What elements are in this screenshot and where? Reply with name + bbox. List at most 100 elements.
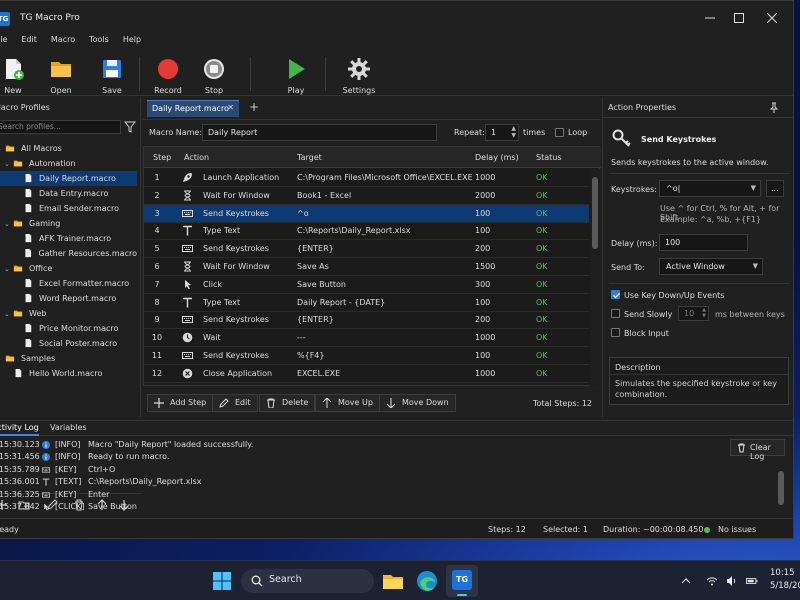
edge-browser-icon[interactable]: [414, 568, 440, 594]
windows-start-icon[interactable]: [209, 568, 235, 594]
tree-item-folder[interactable]: ⌄ Automation: [0, 156, 137, 171]
menu-help[interactable]: Help: [116, 33, 148, 49]
delay-input[interactable]: 100: [659, 234, 748, 251]
play-button[interactable]: Play: [276, 55, 316, 95]
col-delay[interactable]: Delay (ms): [475, 153, 519, 162]
edit-step-button[interactable]: Edit: [212, 394, 258, 412]
move-up-button[interactable]: Move Up: [315, 394, 380, 412]
chevron-down-icon[interactable]: ⌄: [4, 265, 12, 273]
macro-name-input[interactable]: Daily Report: [202, 124, 437, 141]
repeat-stepper[interactable]: 1 ▲ ▼: [485, 124, 519, 141]
pin-icon[interactable]: [769, 102, 779, 113]
col-target[interactable]: Target: [297, 153, 322, 162]
scrollbar-thumb[interactable]: [592, 177, 598, 249]
profile-search-input[interactable]: Search profiles...: [0, 120, 121, 134]
stop-button[interactable]: Stop: [194, 55, 234, 95]
tree-item-macro[interactable]: Price Monitor.macro: [0, 321, 137, 336]
col-action[interactable]: Action: [184, 153, 209, 162]
open-button[interactable]: Open: [41, 55, 81, 95]
use-keydown-checkbox[interactable]: [611, 290, 620, 299]
menu-file[interactable]: File: [0, 33, 14, 49]
table-row[interactable]: 5 Send Keystrokes {ENTER} 200 OK: [144, 240, 589, 259]
tree-item-macro[interactable]: AFK Trainer.macro: [0, 231, 137, 246]
action-delay: 200: [475, 315, 491, 325]
file-explorer-icon[interactable]: [380, 568, 406, 594]
col-status[interactable]: Status: [536, 153, 562, 162]
log-time: 10:15:35.789: [0, 464, 40, 474]
chevron-down-icon[interactable]: ▼: [753, 262, 758, 270]
stepper-arrows-icon[interactable]: ▲ ▼: [702, 307, 706, 319]
tree-item-folder[interactable]: ⌄ Gaming: [0, 216, 137, 231]
tree-item-folder[interactable]: ⌄All Macros: [0, 141, 137, 156]
chevron-down-icon[interactable]: ⌄: [4, 310, 12, 318]
tree-item-macro[interactable]: Social Poster.macro: [0, 336, 137, 351]
table-row[interactable]: 12 Close Application EXCEL.EXE 1000 OK: [144, 365, 589, 383]
battery-icon[interactable]: [746, 575, 758, 587]
tab-variables[interactable]: Variables: [50, 423, 87, 432]
maximize-button[interactable]: [729, 9, 749, 27]
text-icon: [183, 297, 192, 308]
chevron-up-icon[interactable]: [680, 575, 692, 587]
table-row[interactable]: 4 Type Text C:\Reports\Daily_Report.xlsx 10…: [144, 222, 589, 241]
tree-item-macro[interactable]: Hello World.macro: [0, 366, 137, 381]
chevron-down-icon[interactable]: ⌄: [4, 220, 12, 228]
loop-checkbox[interactable]: [555, 128, 564, 137]
minimize-button[interactable]: [700, 9, 720, 27]
keystrokes-input[interactable]: ^o| ▼: [659, 180, 761, 197]
table-row[interactable]: 11 Send Keystrokes %{F4} 100 OK: [144, 347, 589, 365]
tree-item-macro[interactable]: Word Report.macro: [0, 291, 137, 306]
tree-item-folder[interactable]: ⌄ Office: [0, 261, 137, 276]
record-button[interactable]: Record: [148, 55, 188, 95]
save-button[interactable]: Save: [92, 55, 132, 95]
tree-item-folder[interactable]: ⌄Samples: [0, 351, 137, 366]
stepper-arrows-icon[interactable]: ▲ ▼: [511, 125, 516, 139]
close-tab-icon[interactable]: ✕: [227, 103, 234, 112]
move-down-button[interactable]: Move Down: [379, 394, 456, 412]
clear-log-button[interactable]: Clear Log: [730, 439, 785, 461]
chevron-down-icon[interactable]: ⌄: [4, 160, 12, 168]
table-row[interactable]: 9 Send Keystrokes {ENTER} 200 OK: [144, 311, 589, 330]
arrow-down-icon: [386, 398, 396, 408]
taskbar-search[interactable]: Search: [241, 569, 374, 593]
add-step-button[interactable]: Add Step: [147, 394, 214, 412]
keyboard-icon: [182, 352, 193, 359]
block-input-checkbox[interactable]: [611, 328, 620, 337]
wifi-icon[interactable]: [706, 575, 718, 587]
delete-step-button[interactable]: Delete: [259, 394, 316, 412]
tree-item-macro[interactable]: Gather Resources.macro: [0, 246, 137, 261]
table-scrollbar[interactable]: [590, 169, 600, 386]
col-step[interactable]: Step: [153, 153, 171, 162]
taskbar-app-active[interactable]: TG: [446, 565, 478, 597]
filter-icon[interactable]: [124, 121, 136, 133]
send-slowly-checkbox[interactable]: [611, 309, 620, 318]
table-row[interactable]: 1 Launch Application C:\Program Files\Micr…: [144, 169, 589, 187]
tree-item-folder[interactable]: ⌄ Web: [0, 306, 137, 321]
table-row[interactable]: 6 Wait For Window Save As 1500 OK: [144, 258, 589, 276]
tree-item-macro[interactable]: Excel Formatter.macro: [0, 276, 137, 291]
send-to-select[interactable]: Active Window ▼: [659, 258, 763, 275]
tab-activity-log[interactable]: Activity Log: [0, 423, 39, 436]
send-slowly-input[interactable]: 10 ▲ ▼: [678, 306, 709, 321]
new-button[interactable]: New: [0, 55, 33, 95]
log-scrollbar[interactable]: [778, 471, 784, 505]
menu-macro[interactable]: Macro: [44, 33, 82, 49]
table-row[interactable]: 8 Type Text Daily Report - {DATE} 100 OK: [144, 294, 589, 312]
close-window-button[interactable]: [762, 9, 782, 27]
table-row[interactable]: 3 Send Keystrokes ^o 100 OK: [144, 204, 589, 223]
tree-item-macro[interactable]: Daily Report.macro: [0, 171, 137, 186]
times-label: times: [523, 128, 546, 137]
settings-button[interactable]: Settings: [339, 55, 379, 95]
tree-item-macro[interactable]: Email Sender.macro: [0, 201, 137, 216]
menu-edit[interactable]: Edit: [14, 33, 44, 49]
speaker-icon[interactable]: [726, 575, 738, 587]
doc-tab-daily-report[interactable]: Daily Report.macro ✕: [147, 100, 239, 117]
table-row[interactable]: 10 Wait --- 1000 OK: [144, 329, 589, 348]
menu-tools[interactable]: Tools: [82, 33, 116, 49]
new-tab-icon[interactable]: +: [249, 100, 259, 114]
table-row[interactable]: 2 Wait For Window Book1 - Excel 2000 OK: [144, 187, 589, 205]
table-row[interactable]: 7 Click Save Button 300 OK: [144, 276, 589, 294]
chevron-down-icon[interactable]: ▼: [751, 184, 756, 192]
taskbar-clock[interactable]: 10:15 5/18/2025: [770, 567, 800, 593]
tree-item-macro[interactable]: Data Entry.macro: [0, 186, 137, 201]
browse-keystrokes-button[interactable]: ...: [766, 180, 784, 197]
